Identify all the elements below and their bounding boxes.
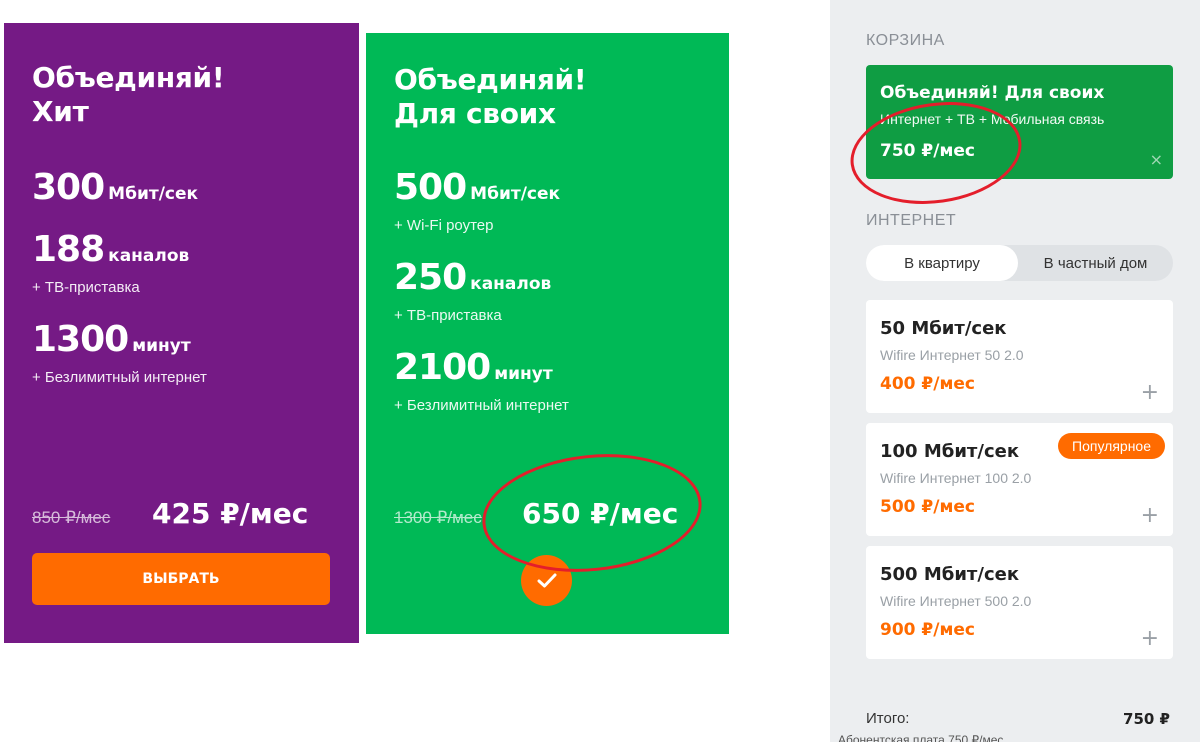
minutes-value: 1300 (32, 319, 129, 360)
channels-value: 188 (32, 229, 105, 270)
toggle-apartment[interactable]: В квартиру (866, 245, 1018, 281)
new-price: 650 ₽/мес (522, 497, 679, 530)
internet-plan-card[interactable]: 100 Мбит/сек Популярное Wifire Интернет … (866, 423, 1173, 536)
check-icon (537, 573, 556, 587)
minutes-count: 1300 минут (32, 319, 191, 360)
plan-card-dlya-svoih: Объединяй! Для своих 500 Мбит/сек + Wi-Fi… (366, 33, 729, 634)
internet-plan-speed: 50 Мбит/сек (880, 318, 1007, 339)
channels-extra: + ТВ-приставка (32, 279, 140, 296)
old-price: 1300 ₽/мес (394, 508, 482, 527)
minutes-unit: минут (494, 364, 553, 384)
selected-check-button[interactable] (521, 555, 572, 606)
minutes-value: 2100 (394, 347, 491, 388)
internet-plan-name: Wifire Интернет 500 2.0 (880, 593, 1032, 609)
channels-count: 188 каналов (32, 229, 189, 270)
internet-plan-price: 400 ₽/мес (880, 374, 975, 394)
old-price: 850 ₽/мес (32, 508, 111, 527)
cart-sidebar: КОРЗИНА Объединяй! Для своих Интернет + … (830, 0, 1200, 742)
toggle-private-house[interactable]: В частный дом (1018, 245, 1173, 281)
minutes-count: 2100 минут (394, 347, 553, 388)
internet-plan-price: 500 ₽/мес (880, 497, 975, 517)
plan-title: Объединяй! Хит (32, 61, 225, 129)
plan-title-line1: Объединяй! (394, 63, 587, 96)
channels-value: 250 (394, 257, 467, 298)
popular-badge: Популярное (1058, 433, 1165, 459)
cart-item-title: Объединяй! Для своих (880, 83, 1105, 103)
internet-speed: 500 Мбит/сек (394, 167, 560, 208)
total-label: Итого: (866, 710, 910, 727)
new-price: 425 ₽/мес (152, 497, 309, 530)
total-subtext: Абонентская плата 750 ₽/мес (838, 733, 1004, 742)
internet-speed: 300 Мбит/сек (32, 167, 198, 208)
add-icon[interactable]: + (1141, 382, 1159, 404)
internet-plan-card[interactable]: 500 Мбит/сек Wifire Интернет 500 2.0 900… (866, 546, 1173, 659)
plan-title-line1: Объединяй! (32, 61, 225, 94)
internet-speed-unit: Мбит/сек (108, 184, 199, 204)
internet-plan-card[interactable]: 50 Мбит/сек Wifire Интернет 50 2.0 400 ₽… (866, 300, 1173, 413)
cart-item-price: 750 ₽/мес (880, 141, 975, 161)
cart-heading: КОРЗИНА (866, 32, 945, 49)
internet-heading: ИНТЕРНЕТ (866, 212, 957, 229)
add-icon[interactable]: + (1141, 505, 1159, 527)
plan-title: Объединяй! Для своих (394, 63, 587, 131)
internet-plan-name: Wifire Интернет 50 2.0 (880, 347, 1024, 363)
plan-card-hit: Объединяй! Хит 300 Мбит/сек 188 каналов + … (4, 23, 359, 643)
cart-item: Объединяй! Для своих Интернет + ТВ + Моб… (866, 65, 1173, 179)
housing-type-toggle: В квартиру В частный дом (866, 245, 1173, 281)
internet-plan-price: 900 ₽/мес (880, 620, 975, 640)
channels-unit: каналов (470, 274, 552, 294)
internet-plan-name: Wifire Интернет 100 2.0 (880, 470, 1032, 486)
add-icon[interactable]: + (1141, 628, 1159, 650)
minutes-unit: минут (132, 336, 191, 356)
total-value: 750 ₽ (1123, 710, 1170, 728)
select-plan-button[interactable]: ВЫБРАТЬ (32, 553, 330, 605)
channels-count: 250 каналов (394, 257, 551, 298)
internet-plan-speed: 500 Мбит/сек (880, 564, 1020, 585)
minutes-extra: + Безлимитный интернет (32, 369, 207, 386)
internet-extra: + Wi-Fi роутер (394, 217, 494, 234)
plan-title-line2: Хит (32, 95, 89, 129)
internet-speed-unit: Мбит/сек (470, 184, 561, 204)
internet-speed-value: 500 (394, 167, 467, 208)
internet-speed-value: 300 (32, 167, 105, 208)
plan-title-line2: Для своих (394, 97, 556, 131)
internet-plan-speed: 100 Мбит/сек (880, 441, 1020, 462)
cart-item-description: Интернет + ТВ + Мобильная связь (880, 111, 1105, 127)
minutes-extra: + Безлимитный интернет (394, 397, 569, 414)
close-icon[interactable]: × (1150, 150, 1163, 169)
channels-unit: каналов (108, 246, 190, 266)
channels-extra: + ТВ-приставка (394, 307, 502, 324)
